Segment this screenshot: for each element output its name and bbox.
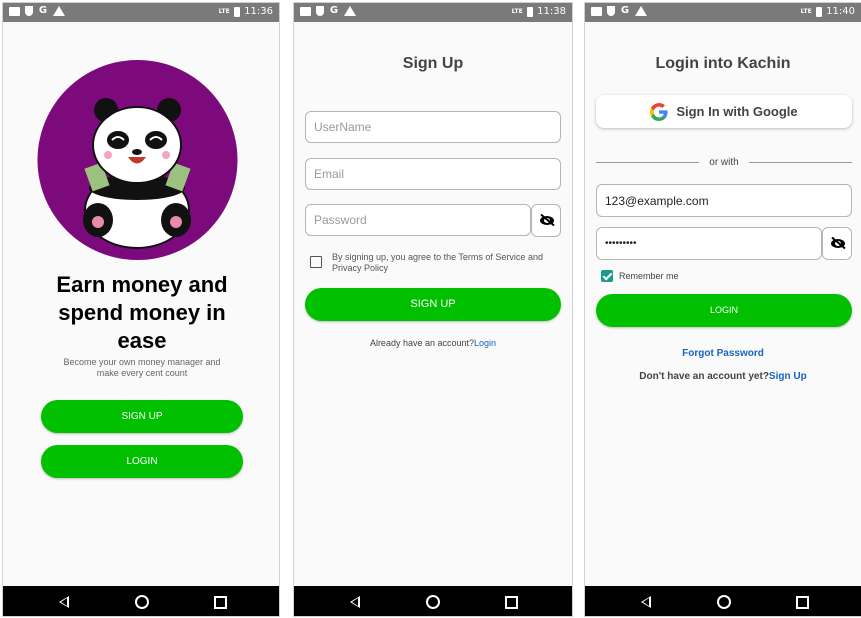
signup-link[interactable]: Sign Up xyxy=(769,371,807,382)
signal-icon: LTE xyxy=(218,7,230,15)
google-signin-label: Sign In with Google xyxy=(676,104,798,119)
forgot-password-link[interactable]: Forgot Password xyxy=(585,348,861,359)
or-with-text: or with xyxy=(709,157,739,168)
google-g-icon: G xyxy=(329,5,339,16)
email-input[interactable]: Email xyxy=(305,158,561,190)
status-time: 11:40 xyxy=(826,6,855,17)
subtitle: Become your own money manager and make e… xyxy=(63,357,221,378)
remember-me-checkbox[interactable] xyxy=(601,270,613,282)
back-icon[interactable] xyxy=(641,596,651,608)
google-logo-icon xyxy=(650,102,668,121)
signal-icon: LTE xyxy=(800,7,812,15)
status-time: 11:38 xyxy=(537,6,566,17)
gallery-icon xyxy=(591,6,602,16)
warning-icon xyxy=(635,6,647,16)
password-input[interactable]: ••••••••• xyxy=(596,227,822,260)
signup-button[interactable]: SIGN UP xyxy=(305,288,561,321)
email-input[interactable]: 123@example.com xyxy=(596,184,852,217)
recents-icon[interactable] xyxy=(214,596,227,609)
password-input[interactable]: Password xyxy=(305,204,531,236)
home-icon[interactable] xyxy=(717,595,731,609)
signup-button[interactable]: SIGN UP xyxy=(41,400,243,433)
welcome-screen: G LTE 11:36 Earn money and spend money i… xyxy=(2,2,280,617)
recents-icon[interactable] xyxy=(796,596,809,609)
login-screen: G LTE 11:40 Login into Kachin Sign In wi… xyxy=(584,2,861,617)
gallery-icon xyxy=(9,6,20,16)
shield-icon xyxy=(25,6,33,16)
panda-logo xyxy=(37,60,238,260)
username-input[interactable]: UserName xyxy=(305,111,561,143)
shield-icon xyxy=(607,6,615,16)
shield-icon xyxy=(316,6,324,16)
back-icon[interactable] xyxy=(59,596,69,608)
status-bar: G LTE 11:40 xyxy=(585,3,861,22)
signup-screen: G LTE 11:38 Sign Up UserName Email Passw… xyxy=(293,2,573,617)
page-title: Sign Up xyxy=(402,55,464,72)
nav-bar xyxy=(585,586,861,616)
terms-checkbox[interactable] xyxy=(310,256,322,268)
nav-bar xyxy=(294,586,572,616)
battery-icon xyxy=(816,6,823,17)
remember-me-label: Remember me xyxy=(619,271,679,281)
login-link[interactable]: Login xyxy=(474,338,496,348)
status-bar: G LTE 11:36 xyxy=(3,3,279,22)
headline: Earn money and spend money in ease xyxy=(56,272,228,353)
recents-icon[interactable] xyxy=(505,596,518,609)
status-bar: G LTE 11:38 xyxy=(294,3,572,22)
no-account-text: Don't have an account yet? xyxy=(639,371,769,382)
signal-icon: LTE xyxy=(511,7,523,15)
google-g-icon: G xyxy=(38,5,48,16)
divider-left xyxy=(596,162,699,163)
battery-icon xyxy=(234,6,241,17)
home-icon[interactable] xyxy=(135,595,149,609)
toggle-password-visibility-button[interactable] xyxy=(822,227,852,260)
page-title: Login into Kachin xyxy=(655,55,791,72)
login-button[interactable]: LOGIN xyxy=(596,294,852,327)
divider-right xyxy=(749,162,852,163)
home-icon[interactable] xyxy=(426,595,440,609)
already-text: Already have an account? xyxy=(369,338,475,348)
eye-off-icon xyxy=(540,216,554,225)
gallery-icon xyxy=(300,6,311,16)
google-signin-button[interactable]: Sign In with Google xyxy=(596,95,852,128)
terms-text: By signing up, you agree to the Terms of… xyxy=(332,252,543,273)
check-icon xyxy=(602,270,613,281)
login-button[interactable]: LOGIN xyxy=(41,445,243,478)
nav-bar xyxy=(3,586,279,616)
login-prompt: Already have an account?Login xyxy=(294,338,572,348)
toggle-password-visibility-button[interactable] xyxy=(531,204,561,237)
back-icon[interactable] xyxy=(350,596,360,608)
eye-off-icon xyxy=(831,239,845,248)
google-g-icon: G xyxy=(620,5,630,16)
signup-prompt: Don't have an account yet?Sign Up xyxy=(585,371,861,382)
warning-icon xyxy=(53,6,65,16)
battery-icon xyxy=(527,6,534,17)
status-time: 11:36 xyxy=(244,6,273,17)
warning-icon xyxy=(344,6,356,16)
